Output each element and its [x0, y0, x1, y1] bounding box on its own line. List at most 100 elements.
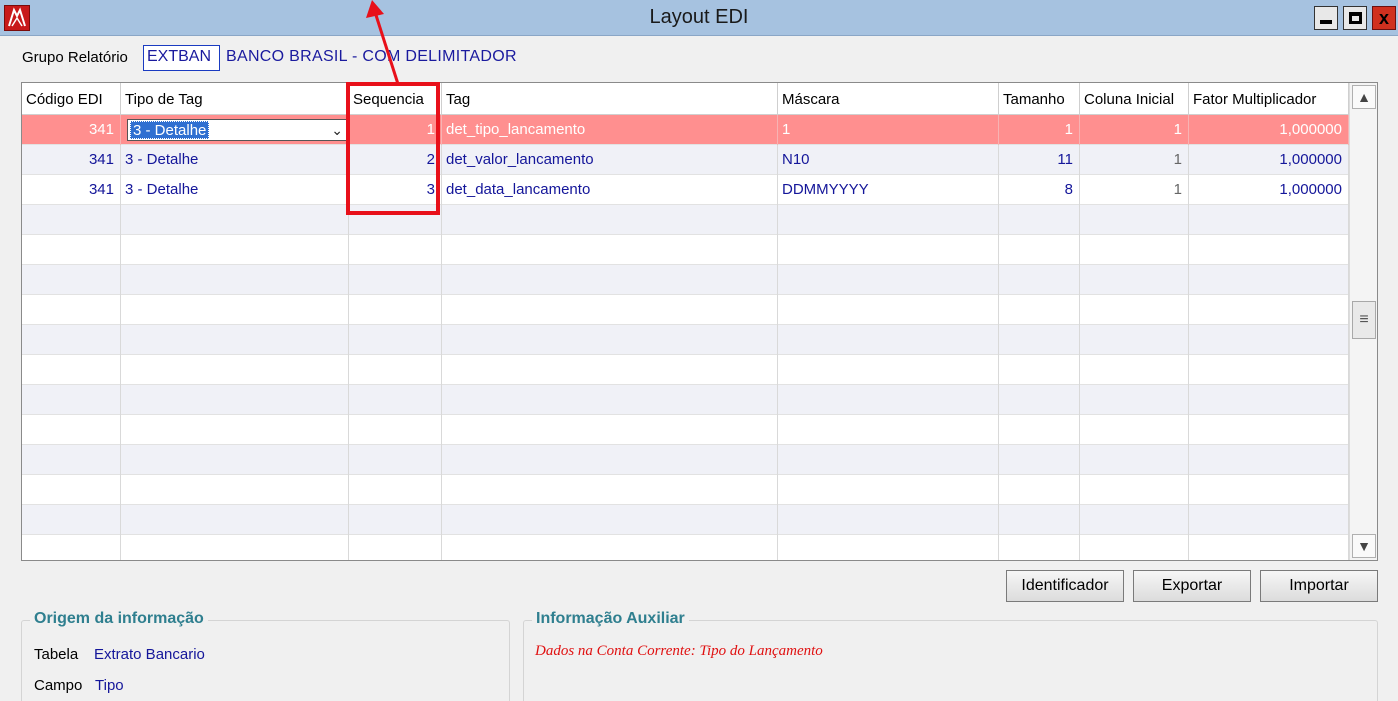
- table-row[interactable]: 341 3 - Detalhe ⌄ 1 det_tipo_lancamento …: [22, 115, 1349, 145]
- empty-cell[interactable]: [1189, 265, 1349, 295]
- exportar-button[interactable]: Exportar: [1133, 570, 1251, 602]
- cell-mascara[interactable]: N10: [778, 145, 999, 175]
- cell-mascara[interactable]: DDMMYYYY: [778, 175, 999, 205]
- empty-row[interactable]: [22, 505, 1349, 535]
- cell-tag[interactable]: det_data_lancamento: [442, 175, 778, 205]
- empty-row[interactable]: [22, 415, 1349, 445]
- empty-cell[interactable]: [121, 325, 349, 355]
- empty-cell[interactable]: [778, 385, 999, 415]
- empty-cell[interactable]: [1189, 475, 1349, 505]
- cell-coluna-inicial[interactable]: 1: [1080, 175, 1189, 205]
- empty-cell[interactable]: [349, 235, 442, 265]
- empty-cell[interactable]: [22, 445, 121, 475]
- empty-row[interactable]: [22, 235, 1349, 265]
- empty-cell[interactable]: [999, 235, 1080, 265]
- chevron-down-icon[interactable]: ⌄: [331, 122, 343, 139]
- grupo-code-field[interactable]: EXTBAN: [143, 45, 220, 71]
- table-row[interactable]: 341 3 - Detalhe 3 det_data_lancamento DD…: [22, 175, 1349, 205]
- cell-tamanho[interactable]: 8: [999, 175, 1080, 205]
- empty-cell[interactable]: [1080, 265, 1189, 295]
- empty-cell[interactable]: [1189, 355, 1349, 385]
- empty-cell[interactable]: [442, 265, 778, 295]
- empty-cell[interactable]: [1080, 415, 1189, 445]
- close-button[interactable]: x: [1372, 6, 1396, 30]
- empty-cell[interactable]: [1189, 325, 1349, 355]
- cell-tamanho[interactable]: 11: [999, 145, 1080, 175]
- empty-cell[interactable]: [22, 415, 121, 445]
- empty-cell[interactable]: [22, 385, 121, 415]
- cell-coluna-inicial[interactable]: 1: [1080, 115, 1189, 145]
- empty-cell[interactable]: [778, 325, 999, 355]
- header-coluna-inicial[interactable]: Coluna Inicial: [1080, 83, 1189, 115]
- empty-row[interactable]: [22, 475, 1349, 505]
- empty-row[interactable]: [22, 385, 1349, 415]
- empty-cell[interactable]: [1080, 505, 1189, 535]
- empty-cell[interactable]: [778, 415, 999, 445]
- empty-cell[interactable]: [22, 265, 121, 295]
- empty-cell[interactable]: [999, 295, 1080, 325]
- empty-cell[interactable]: [349, 385, 442, 415]
- cell-mascara[interactable]: 1: [778, 115, 999, 145]
- scroll-up-button[interactable]: ▲: [1352, 85, 1376, 109]
- empty-cell[interactable]: [1189, 235, 1349, 265]
- empty-row[interactable]: [22, 535, 1349, 560]
- empty-cell[interactable]: [778, 235, 999, 265]
- empty-cell[interactable]: [999, 415, 1080, 445]
- empty-cell[interactable]: [22, 325, 121, 355]
- empty-cell[interactable]: [1189, 385, 1349, 415]
- empty-cell[interactable]: [349, 505, 442, 535]
- tipo-de-tag-dropdown[interactable]: 3 - Detalhe ⌄: [127, 119, 347, 141]
- empty-cell[interactable]: [1189, 295, 1349, 325]
- empty-cell[interactable]: [442, 445, 778, 475]
- cell-codigo[interactable]: 341: [22, 175, 121, 205]
- empty-cell[interactable]: [999, 265, 1080, 295]
- empty-cell[interactable]: [349, 355, 442, 385]
- header-tag[interactable]: Tag: [442, 83, 778, 115]
- empty-cell[interactable]: [778, 535, 999, 560]
- header-tipo-de-tag[interactable]: Tipo de Tag: [121, 83, 349, 115]
- empty-row[interactable]: [22, 295, 1349, 325]
- empty-cell[interactable]: [1080, 445, 1189, 475]
- header-tamanho[interactable]: Tamanho: [999, 83, 1080, 115]
- empty-cell[interactable]: [22, 475, 121, 505]
- table-row[interactable]: 341 3 - Detalhe 2 det_valor_lancamento N…: [22, 145, 1349, 175]
- vertical-scrollbar[interactable]: ▲ ≡ ▼: [1349, 83, 1377, 560]
- empty-cell[interactable]: [121, 235, 349, 265]
- empty-cell[interactable]: [999, 475, 1080, 505]
- empty-cell[interactable]: [1189, 535, 1349, 560]
- empty-cell[interactable]: [778, 355, 999, 385]
- empty-cell[interactable]: [121, 475, 349, 505]
- importar-button[interactable]: Importar: [1260, 570, 1378, 602]
- empty-cell[interactable]: [442, 295, 778, 325]
- empty-row[interactable]: [22, 445, 1349, 475]
- empty-cell[interactable]: [22, 205, 121, 235]
- cell-fator[interactable]: 1,000000: [1189, 115, 1349, 145]
- empty-cell[interactable]: [442, 415, 778, 445]
- empty-cell[interactable]: [349, 475, 442, 505]
- cell-tipo[interactable]: 3 - Detalhe: [121, 145, 349, 175]
- empty-cell[interactable]: [349, 325, 442, 355]
- empty-cell[interactable]: [121, 415, 349, 445]
- empty-cell[interactable]: [1189, 445, 1349, 475]
- header-codigo-edi[interactable]: Código EDI: [22, 83, 121, 115]
- cell-tipo[interactable]: 3 - Detalhe: [121, 175, 349, 205]
- minimize-button[interactable]: [1314, 6, 1338, 30]
- scroll-down-button[interactable]: ▼: [1352, 534, 1376, 558]
- empty-cell[interactable]: [999, 205, 1080, 235]
- empty-cell[interactable]: [1080, 355, 1189, 385]
- empty-cell[interactable]: [1080, 325, 1189, 355]
- cell-fator[interactable]: 1,000000: [1189, 145, 1349, 175]
- empty-cell[interactable]: [121, 385, 349, 415]
- empty-cell[interactable]: [349, 265, 442, 295]
- empty-cell[interactable]: [121, 265, 349, 295]
- empty-cell[interactable]: [22, 295, 121, 325]
- empty-cell[interactable]: [22, 505, 121, 535]
- empty-cell[interactable]: [349, 535, 442, 560]
- empty-cell[interactable]: [22, 355, 121, 385]
- cell-codigo[interactable]: 341: [22, 145, 121, 175]
- identificador-button[interactable]: Identificador: [1006, 570, 1124, 602]
- empty-cell[interactable]: [999, 325, 1080, 355]
- empty-cell[interactable]: [442, 535, 778, 560]
- cell-tag[interactable]: det_tipo_lancamento: [442, 115, 778, 145]
- empty-cell[interactable]: [349, 295, 442, 325]
